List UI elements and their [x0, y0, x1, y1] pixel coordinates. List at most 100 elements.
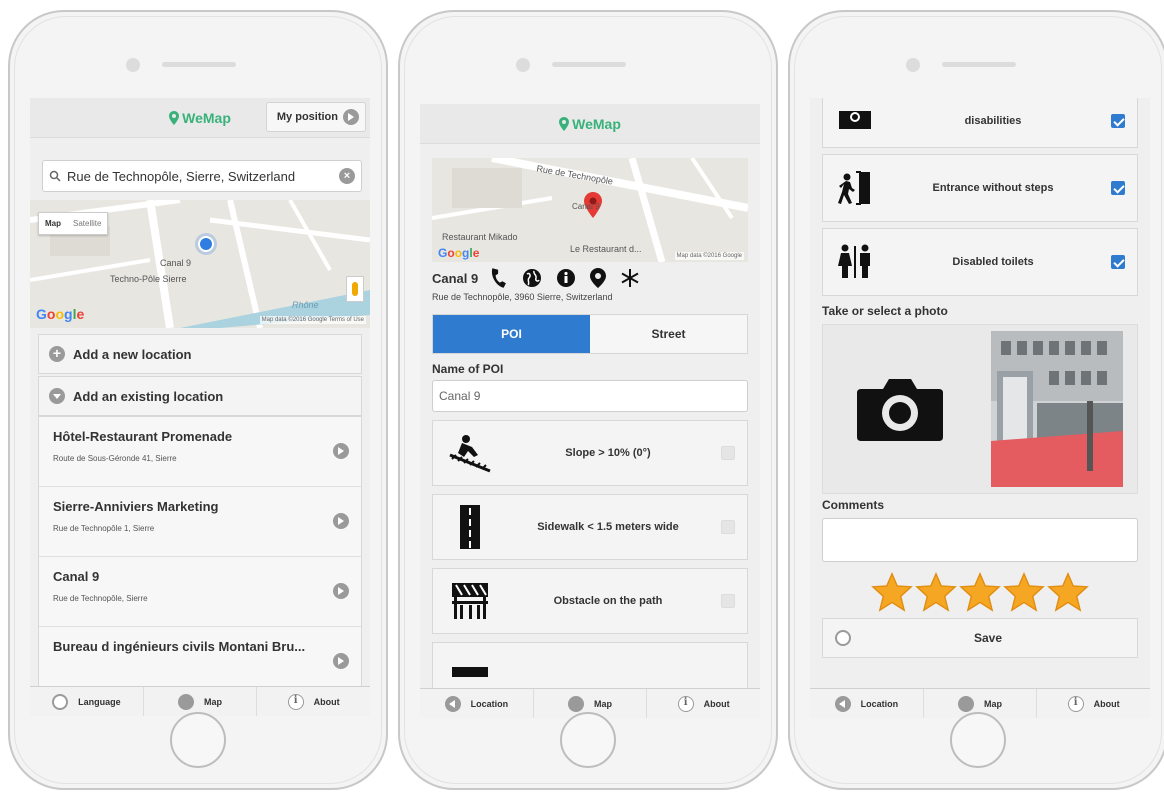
- camera-icon: [857, 379, 943, 441]
- arrow-right-icon: [333, 653, 349, 669]
- star-icon[interactable]: [959, 572, 1001, 612]
- tab-label: About: [313, 696, 340, 707]
- screen: WeMap My position Rue de Technopôle, Sie…: [30, 98, 370, 716]
- poi-address: Rue de Technopôle, 3960 Sierre, Switzerl…: [432, 292, 613, 302]
- map-type-toggle[interactable]: Map Satellite: [38, 212, 109, 235]
- tab-about[interactable]: About: [647, 689, 760, 718]
- map-pin-icon[interactable]: [590, 268, 607, 288]
- list-item[interactable]: Canal 9 Rue de Technopôle, Sierre: [39, 557, 361, 627]
- star-rating[interactable]: [810, 572, 1150, 612]
- app-header: WeMap: [420, 104, 760, 144]
- phone-icon[interactable]: [488, 268, 508, 288]
- home-button[interactable]: [170, 712, 226, 768]
- criterion-obstacle[interactable]: Obstacle on the path: [432, 568, 748, 634]
- map-label-canal9: Canal 9: [572, 202, 600, 211]
- volume-button: [788, 192, 790, 242]
- my-position-button[interactable]: My position: [265, 102, 366, 132]
- tab-about[interactable]: About: [1037, 689, 1150, 718]
- map-copyright[interactable]: Map data ©2016 Google: [674, 252, 744, 260]
- location-list[interactable]: Hôtel-Restaurant Promenade Route de Sous…: [38, 416, 362, 706]
- save-icon: [835, 630, 851, 646]
- photo-picker[interactable]: [822, 324, 1138, 494]
- star-icon[interactable]: [871, 572, 913, 612]
- save-button[interactable]: Save: [822, 618, 1138, 658]
- map-type-satellite[interactable]: Satellite: [67, 213, 107, 234]
- list-item[interactable]: Hôtel-Restaurant Promenade Route de Sous…: [39, 417, 361, 487]
- criterion-parking[interactable]: disabilities: [822, 98, 1138, 148]
- info-icon[interactable]: [556, 268, 576, 288]
- criterion-toilets[interactable]: Disabled toilets: [822, 228, 1138, 296]
- add-existing-location-button[interactable]: Add an existing location: [38, 376, 362, 416]
- criterion-checkbox[interactable]: [721, 520, 735, 534]
- front-camera: [126, 58, 140, 72]
- criterion-slope[interactable]: Slope > 10% (0°): [432, 420, 748, 486]
- screen: WeMap Rue de Technopôle Canal 9 Restaura…: [420, 104, 760, 718]
- search-icon: [49, 170, 61, 182]
- info-icon: [1067, 695, 1084, 712]
- take-photo-button[interactable]: [823, 325, 977, 493]
- volume-button: [8, 192, 10, 242]
- criterion-label: Entrance without steps: [932, 182, 1054, 194]
- map-pin-icon: [178, 693, 194, 710]
- criterion-checkbox[interactable]: [1111, 114, 1125, 128]
- poi-name-field[interactable]: Canal 9: [432, 380, 748, 412]
- tab-language[interactable]: Language: [30, 687, 144, 716]
- arrow-right-icon: [333, 443, 349, 459]
- map-pin-icon: [958, 695, 974, 712]
- map-label-technopole: Techno-Pôle Sierre: [110, 274, 187, 284]
- name-of-poi-label: Name of POI: [432, 362, 504, 376]
- tab-location[interactable]: Location: [810, 689, 924, 718]
- street-view-pegman-icon[interactable]: [346, 276, 364, 302]
- comments-field[interactable]: [822, 518, 1138, 562]
- star-icon[interactable]: [1003, 572, 1045, 612]
- add-new-location-button[interactable]: Add a new location: [38, 334, 362, 374]
- tab-location[interactable]: Location: [420, 689, 534, 718]
- home-button[interactable]: [560, 712, 616, 768]
- criterion-checkbox[interactable]: [1111, 181, 1125, 195]
- toilets-icon: [838, 244, 870, 278]
- phone-frame-1: WeMap My position Rue de Technopôle, Sie…: [8, 10, 388, 790]
- back-arrow-icon: [444, 695, 461, 712]
- star-icon[interactable]: [1047, 572, 1089, 612]
- back-arrow-icon: [834, 695, 851, 712]
- criterion-label: Sidewalk < 1.5 meters wide: [537, 521, 679, 533]
- tab-about[interactable]: About: [257, 687, 370, 716]
- phone-frame-3: disabilities Entrance without steps Disa…: [788, 10, 1164, 790]
- save-label: Save: [973, 631, 1003, 645]
- criterion-checkbox[interactable]: [721, 594, 735, 608]
- map-copyright[interactable]: Map data ©2016 Google Terms of Use: [259, 316, 366, 324]
- snowflake-icon[interactable]: [620, 268, 640, 288]
- location-address: Route de Sous-Géronde 41, Sierre: [53, 454, 177, 463]
- speaker: [942, 62, 1016, 67]
- selected-photo-thumbnail[interactable]: [977, 325, 1137, 493]
- map-view[interactable]: Map Satellite Canal 9 Techno-Pôle Sierre…: [30, 200, 370, 328]
- screen: disabilities Entrance without steps Disa…: [810, 98, 1150, 718]
- poi-street-toggle: POI Street: [432, 314, 748, 354]
- criterion-checkbox[interactable]: [1111, 255, 1125, 269]
- segment-poi[interactable]: POI: [433, 315, 590, 353]
- criterion-sidewalk[interactable]: Sidewalk < 1.5 meters wide: [432, 494, 748, 560]
- plus-icon: [49, 345, 65, 362]
- current-location-dot: [198, 236, 214, 252]
- comments-label: Comments: [822, 498, 885, 512]
- map-label-restaurant: Restaurant Mikado: [442, 232, 518, 242]
- location-name: Bureau d ingénieurs civils Montani Bru..…: [53, 639, 306, 654]
- globe-icon[interactable]: [522, 268, 542, 288]
- star-icon[interactable]: [915, 572, 957, 612]
- criterion-entrance[interactable]: Entrance without steps: [822, 154, 1138, 222]
- map-view[interactable]: Rue de Technopôle Canal 9 Restaurant Mik…: [432, 158, 748, 262]
- home-button[interactable]: [950, 712, 1006, 768]
- location-name: Sierre-Anniviers Marketing: [53, 499, 219, 514]
- chevron-down-icon: [49, 388, 65, 404]
- poi-name: Canal 9: [432, 270, 479, 286]
- search-input[interactable]: Rue de Technopôle, Sierre, Switzerland ×: [42, 160, 362, 192]
- clear-search-icon[interactable]: ×: [339, 168, 355, 184]
- map-type-map[interactable]: Map: [39, 213, 67, 234]
- google-logo: Google: [36, 306, 85, 322]
- tab-label: Language: [78, 696, 121, 707]
- building-photo: [991, 331, 1123, 487]
- speaker: [162, 62, 236, 67]
- criterion-checkbox[interactable]: [721, 446, 735, 460]
- list-item[interactable]: Sierre-Anniviers Marketing Rue de Techno…: [39, 487, 361, 557]
- segment-street[interactable]: Street: [590, 315, 747, 353]
